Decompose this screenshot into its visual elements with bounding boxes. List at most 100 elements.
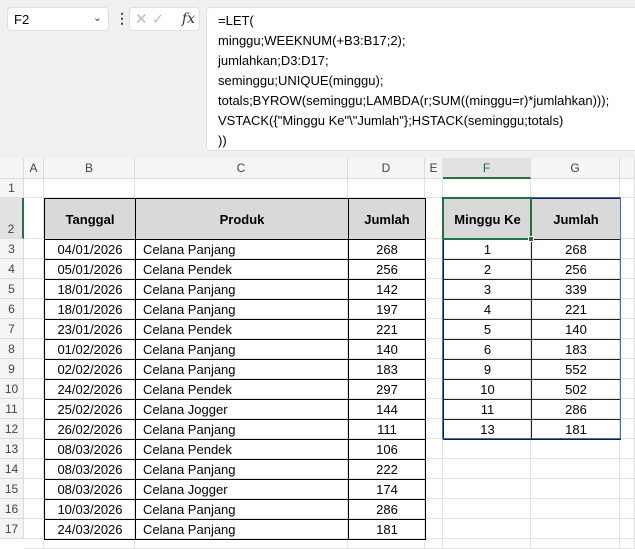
grid-cell[interactable] — [620, 319, 635, 339]
grid-cell[interactable] — [425, 519, 443, 539]
formula-input[interactable]: =LET(minggu;WEEKNUM(+B3:B17;2); jumlahkan… — [206, 7, 635, 151]
grid-cell[interactable] — [425, 499, 443, 519]
grid-cell[interactable] — [443, 479, 531, 499]
grid-cell[interactable] — [620, 459, 635, 479]
column-header-b[interactable]: B — [44, 158, 135, 179]
product-cell[interactable]: Celana Pendek — [135, 319, 349, 340]
grid-cell[interactable] — [425, 198, 443, 239]
amount-cell[interactable]: 181 — [348, 519, 426, 540]
amount-cell[interactable]: 286 — [348, 499, 426, 520]
insert-function-icon[interactable]: fx — [182, 11, 195, 27]
amount-cell[interactable]: 142 — [348, 279, 426, 300]
amount-cell[interactable]: 256 — [348, 259, 426, 280]
grid-cell[interactable] — [531, 519, 620, 539]
grid-cell[interactable] — [425, 239, 443, 259]
grid-cell[interactable] — [620, 379, 635, 399]
grid-cell[interactable] — [24, 239, 44, 259]
date-cell[interactable]: 26/02/2026 — [44, 419, 136, 440]
grid-cell[interactable] — [425, 419, 443, 439]
grid-cell[interactable] — [44, 539, 135, 549]
row-header-13[interactable]: 13 — [0, 439, 24, 459]
grid-cell[interactable] — [44, 179, 135, 198]
grid-cell[interactable] — [531, 539, 620, 549]
grid-cell[interactable] — [443, 499, 531, 519]
grid-cell[interactable] — [425, 359, 443, 379]
grid-cell[interactable] — [24, 379, 44, 399]
date-cell[interactable]: 18/01/2026 — [44, 279, 136, 300]
grid-cell[interactable] — [620, 279, 635, 299]
date-cell[interactable]: 24/02/2026 — [44, 379, 136, 400]
date-cell[interactable]: 04/01/2026 — [44, 239, 136, 260]
product-cell[interactable]: Celana Pendek — [135, 439, 349, 460]
grid-cell[interactable] — [425, 319, 443, 339]
more-options-icon[interactable]: ⋮ — [115, 10, 129, 27]
grid-cell[interactable] — [620, 198, 635, 239]
date-cell[interactable]: 02/02/2026 — [44, 359, 136, 380]
row-header-6[interactable]: 6 — [0, 299, 24, 319]
row-header-15[interactable]: 15 — [0, 479, 24, 499]
grid-cell[interactable] — [24, 539, 44, 549]
grid-cell[interactable] — [620, 499, 635, 519]
grid-cell[interactable] — [620, 179, 635, 198]
product-cell[interactable]: Celana Panjang — [135, 459, 349, 480]
grid-cell[interactable] — [24, 399, 44, 419]
product-cell[interactable]: Celana Panjang — [135, 279, 349, 300]
amount-cell[interactable]: 297 — [348, 379, 426, 400]
amount-cell[interactable]: 111 — [348, 419, 426, 440]
product-cell[interactable]: Celana Panjang — [135, 299, 349, 320]
grid-cell[interactable] — [425, 399, 443, 419]
grid-cell[interactable] — [620, 359, 635, 379]
grid-cell[interactable] — [531, 479, 620, 499]
date-cell[interactable]: 08/03/2026 — [44, 459, 136, 480]
date-cell[interactable]: 05/01/2026 — [44, 259, 136, 280]
row-header-5[interactable]: 5 — [0, 279, 24, 299]
grid-cell[interactable] — [24, 179, 44, 198]
grid-cell[interactable] — [443, 519, 531, 539]
grid-cell[interactable] — [425, 299, 443, 319]
grid-cell[interactable] — [620, 299, 635, 319]
product-cell[interactable]: Celana Panjang — [135, 419, 349, 440]
grid-cell[interactable] — [425, 539, 443, 549]
row-header-2[interactable]: 2 — [0, 198, 24, 239]
grid-cell[interactable] — [24, 499, 44, 519]
grid-cell[interactable] — [620, 519, 635, 539]
row-header-1[interactable]: 1 — [0, 179, 24, 198]
grid-cell[interactable] — [348, 539, 425, 549]
amount-cell[interactable]: 174 — [348, 479, 426, 500]
grid-cell[interactable] — [620, 439, 635, 459]
column-header-d[interactable]: D — [348, 158, 425, 179]
row-header-14[interactable]: 14 — [0, 459, 24, 479]
amount-cell[interactable]: 221 — [348, 319, 426, 340]
amount-cell[interactable]: 268 — [348, 239, 426, 260]
chevron-down-icon[interactable]: ⌄ — [93, 11, 102, 24]
grid-cell[interactable] — [443, 539, 531, 549]
cancel-icon[interactable]: ✕ — [135, 11, 148, 28]
date-cell[interactable]: 24/03/2026 — [44, 519, 136, 540]
grid-cell[interactable] — [620, 479, 635, 499]
product-cell[interactable]: Celana Pendek — [135, 379, 349, 400]
grid-cell[interactable] — [24, 359, 44, 379]
grid-cell[interactable] — [24, 299, 44, 319]
column-header-f[interactable]: F — [443, 158, 531, 179]
row-header-7[interactable]: 7 — [0, 319, 24, 339]
product-cell[interactable]: Celana Panjang — [135, 239, 349, 260]
grid-cell[interactable] — [443, 459, 531, 479]
amount-cell[interactable]: 106 — [348, 439, 426, 460]
grid-cell[interactable] — [425, 459, 443, 479]
amount-cell[interactable]: 140 — [348, 339, 426, 360]
grid-cell[interactable] — [620, 339, 635, 359]
grid-cell[interactable] — [135, 539, 348, 549]
amount-cell[interactable]: 222 — [348, 459, 426, 480]
grid-cell[interactable] — [24, 339, 44, 359]
date-cell[interactable]: 25/02/2026 — [44, 399, 136, 420]
amount-cell[interactable]: 183 — [348, 359, 426, 380]
product-cell[interactable]: Celana Panjang — [135, 519, 349, 540]
column-header-g[interactable]: G — [531, 158, 620, 179]
grid-cell[interactable] — [24, 319, 44, 339]
grid-cell[interactable] — [24, 279, 44, 299]
grid-cell[interactable] — [24, 259, 44, 279]
product-cell[interactable]: Celana Jogger — [135, 479, 349, 500]
grid-cell[interactable] — [425, 339, 443, 359]
grid-cell[interactable] — [425, 179, 443, 198]
product-cell[interactable]: Celana Panjang — [135, 339, 349, 360]
